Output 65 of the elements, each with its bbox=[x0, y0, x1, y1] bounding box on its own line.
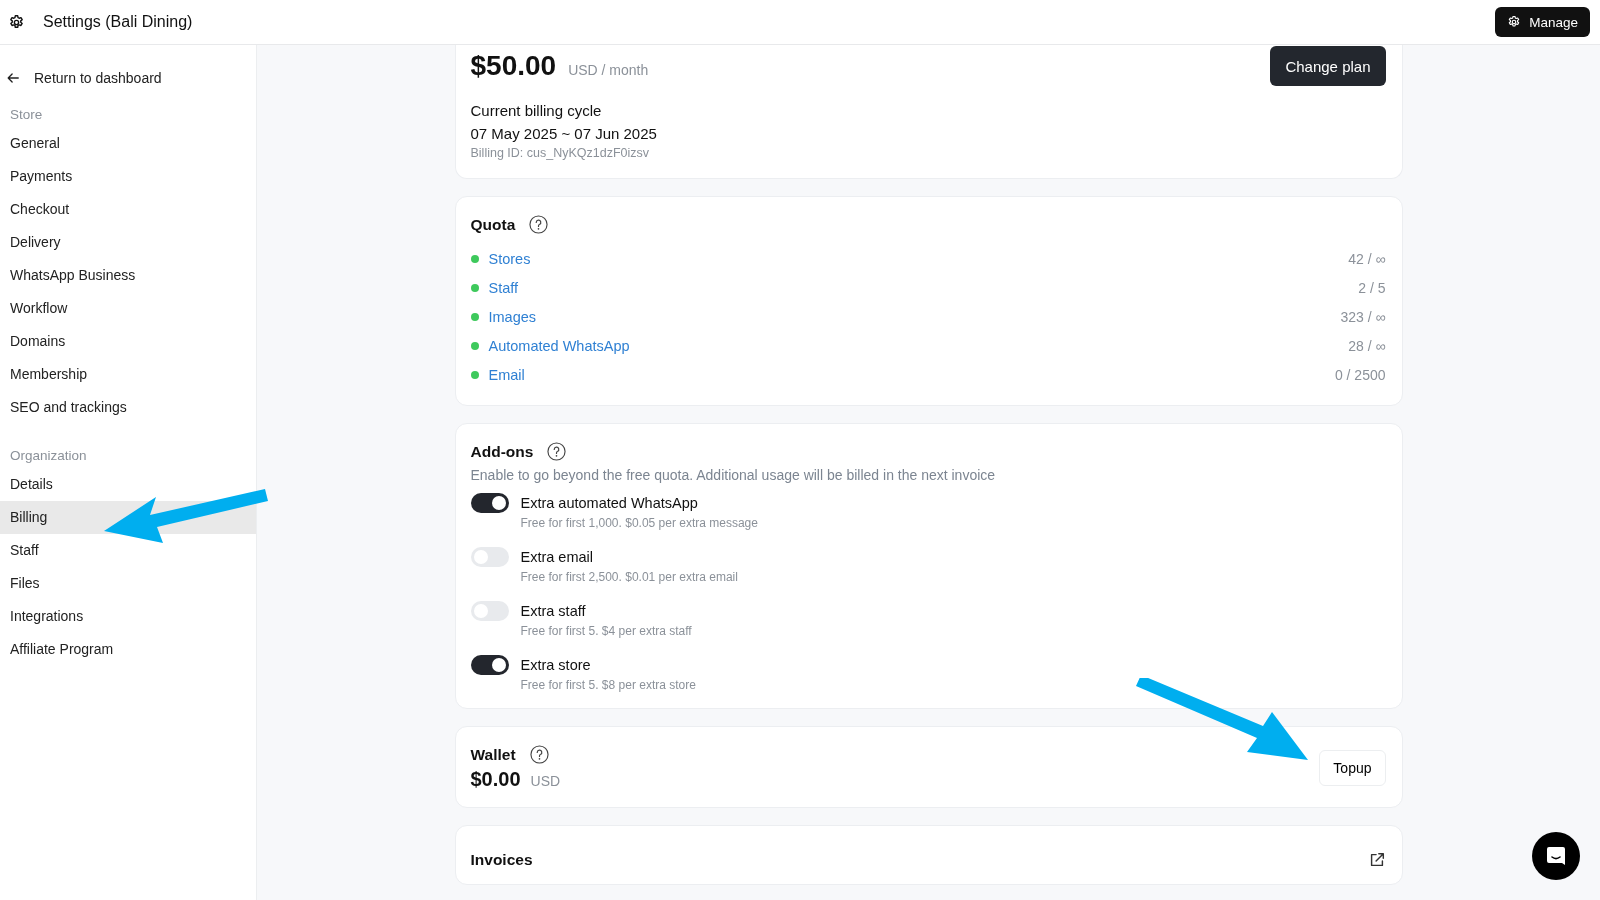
quota-value: 323 / ∞ bbox=[1340, 308, 1386, 325]
back-link[interactable]: Return to dashboard bbox=[0, 65, 256, 91]
addon-note: Free for first 1,000. $0.05 per extra message bbox=[520, 516, 758, 530]
sidebar-item[interactable]: General bbox=[0, 127, 256, 160]
billing-id: Billing ID: cus_NyKQz1dzF0izsv bbox=[470, 146, 651, 160]
status-dot bbox=[470, 254, 479, 263]
chat-icon bbox=[1544, 844, 1568, 868]
billing-cycle-dates: 07 May 2025 ~ 07 Jun 2025 bbox=[470, 125, 658, 142]
help-icon[interactable] bbox=[529, 745, 549, 764]
addon-name: Extra staff bbox=[520, 602, 587, 621]
quota-link[interactable]: Stores bbox=[488, 250, 531, 267]
card-title: Invoices bbox=[470, 851, 533, 869]
quota-value: 2 / 5 bbox=[1358, 279, 1386, 296]
sidebar-item[interactable]: Checkout bbox=[0, 193, 256, 226]
sidebar-item[interactable]: Files bbox=[0, 567, 256, 600]
addon-name: Extra store bbox=[520, 656, 592, 675]
sidebar-item[interactable]: Delivery bbox=[0, 226, 256, 259]
sidebar-item[interactable]: SEO and trackings bbox=[0, 391, 256, 424]
sidebar-item[interactable]: Domains bbox=[0, 325, 256, 358]
addon-name: Extra email bbox=[520, 548, 595, 567]
status-dot bbox=[470, 341, 479, 350]
sidebar-item[interactable]: Integrations bbox=[0, 600, 256, 633]
quota-value: 0 / 2500 bbox=[1334, 366, 1386, 383]
sidebar-item[interactable]: Payments bbox=[0, 160, 256, 193]
wallet-currency: USD bbox=[530, 773, 561, 789]
help-icon[interactable] bbox=[529, 215, 549, 234]
manage-button[interactable]: Manage bbox=[1495, 7, 1590, 37]
sidebar-item[interactable]: WhatsApp Business bbox=[0, 259, 256, 292]
addon-name: Extra automated WhatsApp bbox=[520, 494, 699, 513]
toggle-switch[interactable] bbox=[470, 493, 509, 513]
billing-cycle-label: Current billing cycle bbox=[470, 102, 603, 119]
status-dot bbox=[470, 312, 479, 321]
settings-icon bbox=[1507, 15, 1522, 29]
quota-value: 28 / ∞ bbox=[1348, 337, 1386, 354]
help-icon[interactable] bbox=[547, 442, 567, 461]
card-title: Add-ons bbox=[470, 442, 534, 461]
sidebar-item[interactable]: Workflow bbox=[0, 292, 256, 325]
plan-price: $50.00 bbox=[470, 50, 557, 82]
sidebar-item[interactable]: Affiliate Program bbox=[0, 633, 256, 666]
addons-description: Enable to go beyond the free quota. Additional usage will be billed in the next invoice bbox=[470, 467, 997, 483]
change-plan-button[interactable]: Change plan bbox=[1270, 46, 1386, 86]
quota-link[interactable]: Images bbox=[488, 308, 537, 325]
section-heading: Store bbox=[9, 106, 44, 124]
page-title: Settings (Bali Dining) bbox=[43, 13, 193, 31]
topup-button[interactable]: Topup bbox=[1319, 750, 1386, 786]
wallet-amount: $0.00 bbox=[470, 768, 521, 791]
status-dot bbox=[470, 370, 479, 379]
sidebar-item[interactable]: Staff bbox=[0, 534, 256, 567]
section-heading: Organization bbox=[9, 447, 88, 465]
quota-link[interactable]: Email bbox=[488, 366, 525, 383]
card-title: Wallet bbox=[470, 745, 516, 764]
settings-icon bbox=[8, 13, 25, 31]
card-title: Quota bbox=[470, 215, 516, 234]
back-arrow-icon bbox=[6, 71, 20, 85]
toggle-switch[interactable] bbox=[470, 655, 509, 675]
quota-value: 42 / ∞ bbox=[1348, 250, 1386, 267]
sidebar-item[interactable]: Details bbox=[0, 468, 256, 501]
quota-link[interactable]: Staff bbox=[488, 279, 519, 296]
sidebar-item[interactable]: Membership bbox=[0, 358, 256, 391]
addon-note: Free for first 2,500. $0.01 per extra email bbox=[520, 570, 738, 584]
quota-link[interactable]: Automated WhatsApp bbox=[488, 337, 630, 354]
addon-note: Free for first 5. $8 per extra store bbox=[520, 678, 696, 692]
price-unit: USD / month bbox=[568, 62, 649, 78]
status-dot bbox=[470, 283, 479, 292]
addon-note: Free for first 5. $4 per extra staff bbox=[520, 624, 692, 638]
